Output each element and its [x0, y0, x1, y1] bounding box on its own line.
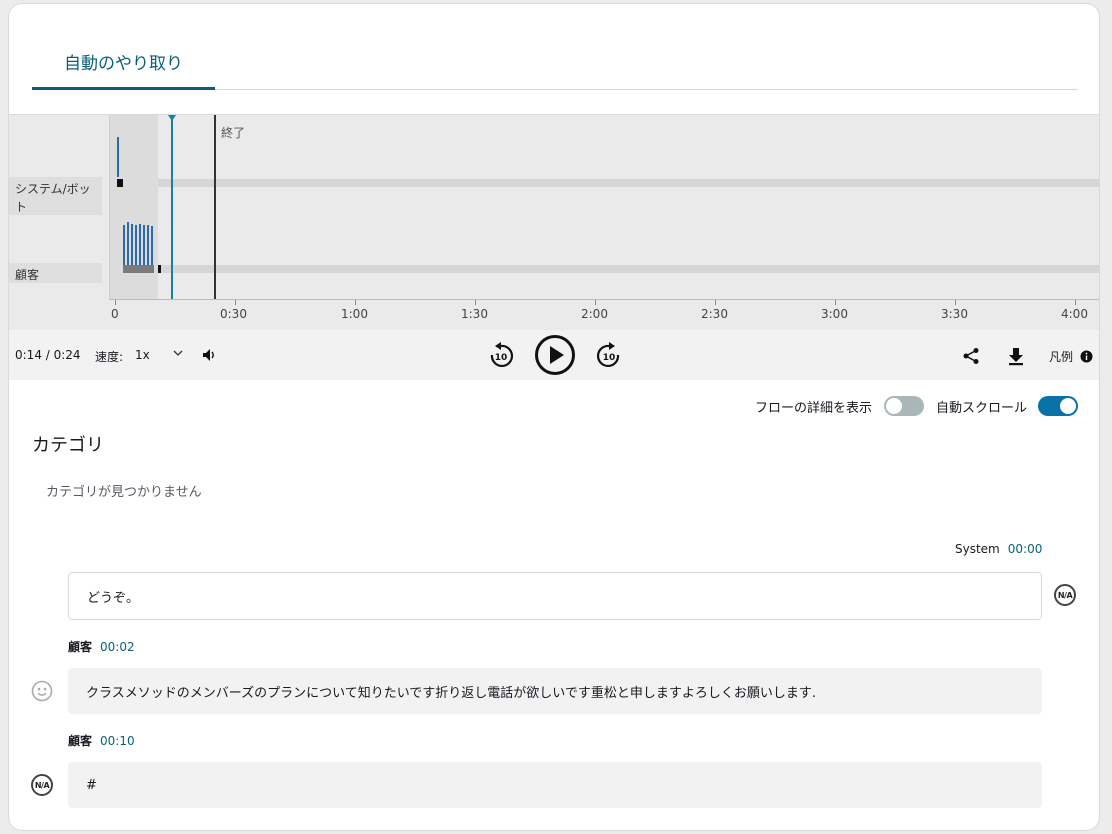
axis-tick-label: 0:30 [220, 307, 247, 321]
transcript-message-system: どうぞ。 [68, 572, 1042, 620]
volume-icon[interactable] [199, 346, 219, 364]
axis-tick-label: 1:00 [341, 307, 368, 321]
flow-details-label: フローの詳細を表示 [755, 401, 873, 416]
customer-speech-bar [123, 225, 125, 265]
system-segment [117, 179, 123, 187]
timestamp-link[interactable]: 00:10 [100, 734, 135, 748]
axis-tick [235, 300, 236, 305]
timestamp-link[interactable]: 00:00 [1008, 542, 1043, 556]
speaker-name: 顧客 [68, 640, 93, 654]
axis-tick [1075, 300, 1076, 305]
axis-tick [835, 300, 836, 305]
time-axis: 0 0:30 1:00 1:30 2:00 2:30 3:00 3:30 4:0… [109, 299, 1099, 331]
message-text: どうぞ。 [87, 590, 140, 606]
speed-select[interactable]: 1x [135, 348, 185, 362]
toggle-knob [1060, 398, 1076, 414]
axis-tick [475, 300, 476, 305]
sentiment-na-icon: N/A [1054, 584, 1076, 606]
customer-speech-bar [147, 225, 149, 265]
legend-label: 凡例 [1049, 350, 1074, 364]
axis-tick [715, 300, 716, 305]
playhead-handle[interactable] [168, 115, 176, 121]
customer-speech-bar [151, 226, 153, 265]
svg-text:10: 10 [603, 353, 616, 363]
axis-tick [115, 300, 116, 305]
end-marker [214, 115, 216, 299]
customer-speech-bar [131, 224, 133, 265]
end-marker-label: 終了 [221, 126, 246, 140]
axis-tick-label: 3:30 [941, 307, 968, 321]
customer-speech-bar [127, 222, 129, 265]
toggle-knob [886, 398, 902, 414]
auto-scroll-label: 自動スクロール [936, 401, 1028, 416]
svg-text:10: 10 [495, 353, 508, 363]
axis-tick-label: 2:30 [701, 307, 728, 321]
transcript-meta-system: System 00:00 [955, 542, 1042, 556]
axis-tick-label: 4:00 [1061, 307, 1088, 321]
message-text: クラスメソッドのメンバーズのプランについて知りたいです折り返し電話が欲しいです重… [86, 685, 817, 701]
conversation-timeline[interactable]: システム/ボット 顧客 終了 0 0:30 1:00 1:30 2:00 2:3… [9, 114, 1099, 331]
categories-empty-text: カテゴリが見つかりません [46, 485, 202, 500]
forward-10-icon[interactable]: 10 [594, 340, 624, 370]
speed-value: 1x [135, 348, 150, 362]
rewind-10-icon[interactable]: 10 [486, 340, 516, 370]
player-controls: 0:14 / 0:24 速度: 1x 10 10 凡例 [9, 330, 1099, 380]
message-text: # [86, 777, 97, 793]
play-icon[interactable] [534, 334, 576, 376]
tab-automated-interaction[interactable]: 自動のやり取り [32, 42, 215, 90]
sentiment-neutral-icon [31, 680, 53, 706]
axis-tick-label: 3:00 [821, 307, 848, 321]
axis-tick [595, 300, 596, 305]
playback-time: 0:14 / 0:24 [15, 348, 81, 362]
lane-label-customer: 顧客 [9, 263, 102, 283]
transcript-meta-customer: 顧客 00:10 [68, 732, 135, 749]
axis-tick-label: 0 [111, 307, 119, 321]
speaker-name: 顧客 [68, 734, 93, 748]
download-icon[interactable] [1005, 345, 1027, 367]
transcript-meta-customer: 顧客 00:02 [68, 638, 135, 655]
axis-tick-label: 2:00 [581, 307, 608, 321]
customer-segment-end [158, 265, 161, 273]
tab-bar: 自動のやり取り [32, 42, 1078, 90]
customer-speech-bar [143, 225, 145, 265]
legend-button[interactable]: 凡例 [1049, 348, 1093, 366]
axis-tick-label: 1:30 [461, 307, 488, 321]
auto-scroll-toggle[interactable] [1038, 396, 1078, 416]
sentiment-na-icon: N/A [31, 774, 53, 796]
speed-label: 速度: [95, 350, 124, 364]
system-speech-bar [117, 137, 119, 177]
transcript-message-customer: # [68, 762, 1042, 808]
timeline-plot[interactable]: 終了 [109, 115, 1099, 299]
speaker-name: System [955, 542, 1000, 556]
axis-tick [355, 300, 356, 305]
customer-speech-bar [135, 225, 137, 265]
chevron-down-icon [173, 347, 183, 361]
timestamp-link[interactable]: 00:02 [100, 640, 135, 654]
axis-tick [955, 300, 956, 305]
customer-segment [123, 265, 154, 273]
playhead[interactable] [171, 115, 173, 299]
contact-details-card: 自動のやり取り システム/ボット 顧客 終了 0 0:30 1:00 1:30 … [8, 3, 1100, 831]
flow-details-toggle[interactable] [884, 396, 924, 416]
customer-speech-bar [139, 224, 141, 265]
categories-title: カテゴリ [32, 435, 104, 456]
info-icon [1080, 350, 1093, 366]
share-icon[interactable] [961, 346, 981, 366]
lane-label-system-bot: システム/ボット [9, 177, 102, 215]
transcript-message-customer: クラスメソッドのメンバーズのプランについて知りたいです折り返し電話が欲しいです重… [68, 668, 1042, 714]
